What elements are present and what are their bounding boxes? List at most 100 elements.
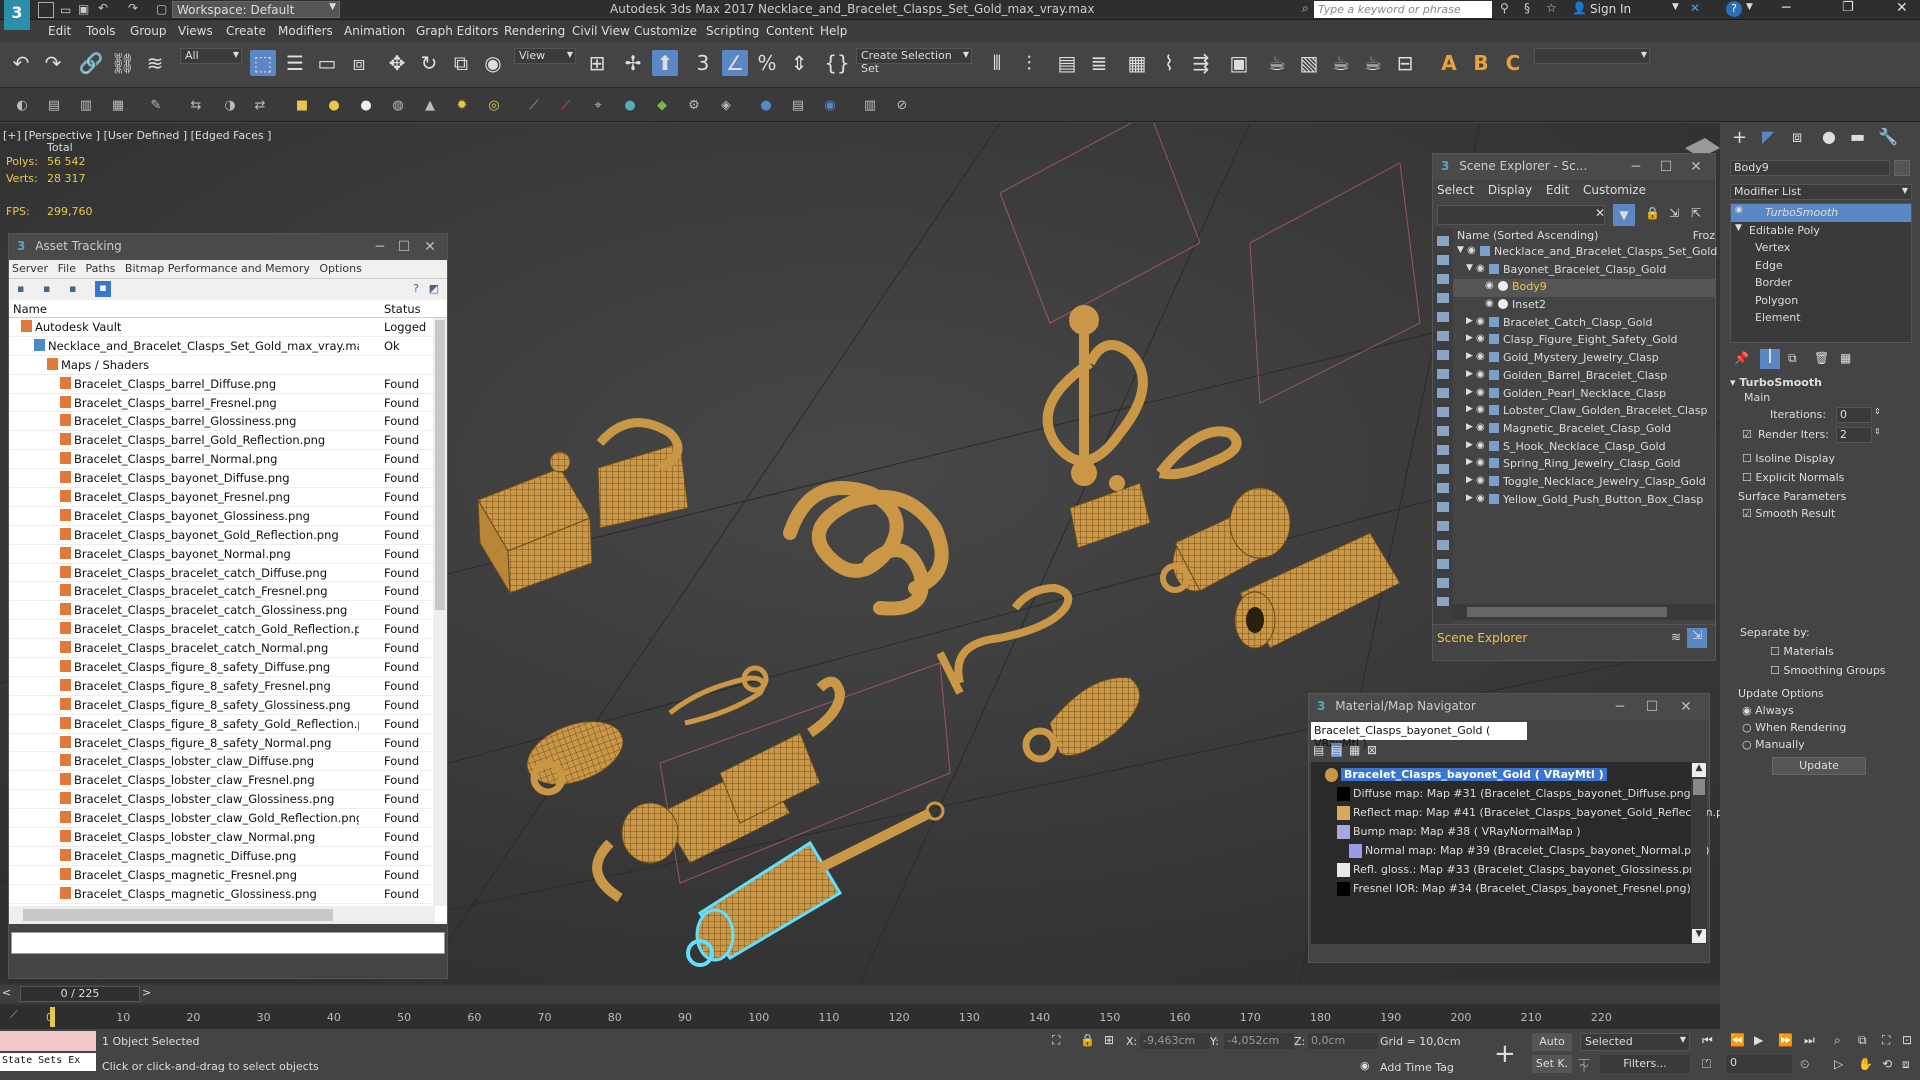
scene-tree-item[interactable]: ▼ ◉ Necklace_and_Bracelet_Clasps_Set_Gold bbox=[1453, 244, 1717, 262]
filter-icon[interactable]: ▼ bbox=[1613, 204, 1635, 226]
create-tab-icon[interactable]: + bbox=[1732, 127, 1747, 148]
minimize-icon[interactable]: ─ bbox=[1782, 0, 1790, 16]
small-icons-view-icon[interactable]: ▦ bbox=[1349, 743, 1360, 757]
visibility-eye-icon[interactable]: ◉ bbox=[1476, 422, 1485, 433]
scroll-up-icon[interactable]: ▲ bbox=[1692, 763, 1706, 777]
render-iters-spinner[interactable]: 2 bbox=[1836, 427, 1872, 443]
layers-icon[interactable]: ⇱ bbox=[1691, 206, 1701, 220]
keyboard-shortcut-override-icon[interactable]: ⬆ bbox=[652, 50, 678, 76]
vray-b-icon[interactable]: B bbox=[1468, 50, 1494, 76]
asset-row[interactable]: Bracelet_Clasps_bracelet_catch_Fresnel.p… bbox=[9, 582, 447, 602]
isoline-checkbox[interactable]: ☐ bbox=[1742, 452, 1755, 465]
scene-tree-item[interactable]: ◉ Inset2 bbox=[1453, 297, 1715, 315]
undo-toolbar-icon[interactable]: ↶ bbox=[8, 50, 34, 76]
scene-tree-item[interactable]: ▶ ◉ Toggle_Necklace_Jewelry_Clasp_Gold bbox=[1453, 474, 1715, 492]
reference-coord-dropdown[interactable]: View ▼ bbox=[514, 48, 576, 64]
go-to-end-icon[interactable]: ⏭ bbox=[1804, 1033, 1815, 1048]
visibility-eye-icon[interactable]: ◉ bbox=[1485, 298, 1494, 309]
smoothing-groups-row[interactable]: ☐ Smoothing Groups bbox=[1770, 664, 1912, 677]
toggle-ribbon-icon[interactable]: ▦ bbox=[1124, 50, 1150, 76]
vray-a-icon[interactable]: A bbox=[1436, 50, 1462, 76]
scene-column-froz[interactable]: Froz bbox=[1693, 229, 1715, 242]
ribbon-tool-icon[interactable]: ● bbox=[620, 95, 640, 115]
bind-space-warp-icon[interactable]: ≋ bbox=[142, 50, 168, 76]
asset-horizontal-scrollbar[interactable] bbox=[9, 906, 435, 924]
asset-row[interactable]: Bracelet_Clasps_barrel_Gold_Reflection.p… bbox=[9, 431, 447, 451]
asset-row[interactable]: Bracelet_Clasps_bracelet_catch_Normal.pn… bbox=[9, 639, 447, 659]
time-configuration-icon[interactable]: ⏲ bbox=[1800, 1057, 1809, 1072]
asset-path-field[interactable] bbox=[11, 932, 445, 954]
toolbar-extra-dropdown[interactable]: ▼ bbox=[1534, 48, 1650, 64]
perspective-viewport[interactable]: [+] [Perspective ] [User Defined ] [Edge… bbox=[0, 123, 1720, 983]
modifier-on-icon[interactable]: ◉ bbox=[1735, 205, 1743, 215]
ribbon-tool-icon[interactable]: ▥ bbox=[860, 95, 880, 115]
scene-tree-item[interactable]: ▶ ◉ Gold_Mystery_Jewelry_Clasp bbox=[1453, 350, 1715, 368]
exchange-apps-icon[interactable]: ✕ bbox=[1690, 1, 1700, 15]
modifier-stack-item[interactable]: ◉ TurboSmooth bbox=[1731, 204, 1911, 222]
key-mode-toggle-icon[interactable]: ⏍ bbox=[1702, 1057, 1711, 1072]
scene-tree-item[interactable]: ▶ ◉ Bracelet_Catch_Clasp_Gold bbox=[1453, 315, 1715, 333]
time-slider[interactable]: < 0 / 225 > bbox=[0, 985, 1720, 1003]
filters-button[interactable]: Filters... bbox=[1600, 1055, 1690, 1073]
maximize-icon[interactable]: ☐ bbox=[1657, 158, 1675, 176]
material-current-field[interactable]: Bracelet_Clasps_bayonet_Gold ( VRayMtl ) bbox=[1311, 722, 1527, 750]
asset-menu-bitmap[interactable]: Bitmap Performance and Memory bbox=[125, 262, 310, 275]
menu-create[interactable]: Create bbox=[226, 24, 266, 38]
ribbon-tool-icon[interactable]: ◈ bbox=[716, 95, 736, 115]
scene-explorer-toggle-icon[interactable]: ▤ bbox=[1054, 50, 1080, 76]
expand-right-icon[interactable]: ▶ bbox=[1466, 369, 1473, 379]
render-setup-icon[interactable]: ☕ bbox=[1264, 50, 1290, 76]
ribbon-tool-icon[interactable]: ◎ bbox=[484, 95, 504, 115]
refresh-icon[interactable]: ▪ bbox=[43, 282, 50, 295]
x-coordinate-field[interactable]: -9,463cm bbox=[1140, 1033, 1210, 1049]
asset-row[interactable]: Bracelet_Clasps_bracelet_catch_Glossines… bbox=[9, 601, 447, 621]
close-icon[interactable]: ✕ bbox=[421, 238, 439, 256]
asset-row[interactable]: Bracelet_Clasps_bayonet_Diffuse.png Found bbox=[9, 469, 447, 489]
menu-help[interactable]: Help bbox=[820, 24, 847, 38]
ribbon-tool-icon[interactable]: ✎ bbox=[146, 95, 166, 115]
list-icons-view-icon[interactable]: ▤ bbox=[1331, 743, 1343, 757]
expand-right-icon[interactable]: ▶ bbox=[1466, 422, 1473, 432]
menu-rendering[interactable]: Rendering bbox=[504, 24, 565, 38]
menu-tools[interactable]: Tools bbox=[86, 24, 116, 38]
y-coordinate-field[interactable]: -4,052cm bbox=[1224, 1033, 1294, 1049]
expand-right-icon[interactable]: ▶ bbox=[1466, 404, 1473, 414]
ribbon-tool-icon[interactable]: ▦ bbox=[108, 95, 128, 115]
ribbon-tool-icon[interactable]: ● bbox=[324, 95, 344, 115]
isolate-selection-icon[interactable]: ⛶ bbox=[1052, 1033, 1060, 1048]
scene-search-input[interactable] bbox=[1437, 205, 1605, 225]
visibility-eye-icon[interactable]: ◉ bbox=[1467, 245, 1476, 256]
asset-row[interactable]: Bracelet_Clasps_magnetic_Diffuse.png Foun… bbox=[9, 847, 447, 866]
snaps-toggle-icon[interactable]: 3 bbox=[690, 50, 716, 76]
asset-row[interactable]: Bracelet_Clasps_lobster_claw_Diffuse.png… bbox=[9, 752, 447, 772]
asset-row[interactable]: Bracelet_Clasps_magnetic_Glossiness.png F… bbox=[9, 885, 447, 904]
help-icon[interactable]: ? bbox=[1726, 1, 1742, 17]
visibility-eye-icon[interactable]: ◉ bbox=[1485, 280, 1494, 291]
layers-toggle-icon[interactable]: ≋ bbox=[1671, 630, 1681, 644]
scene-tree-item[interactable]: ◉ Body9 bbox=[1453, 279, 1715, 298]
modifier-stack-item[interactable]: Polygon bbox=[1731, 292, 1911, 310]
maximize-icon[interactable]: ❐ bbox=[1842, 0, 1854, 15]
ribbon-tool-icon[interactable]: ⟋ bbox=[524, 95, 544, 115]
ribbon-tool-icon[interactable]: ▥ bbox=[76, 95, 96, 115]
play-icon[interactable]: ▶ bbox=[1754, 1033, 1763, 1047]
show-end-result-icon[interactable]: ┃ bbox=[1760, 349, 1780, 369]
material-editor-icon[interactable]: ▣ bbox=[1226, 50, 1252, 76]
zoom-extents-icon[interactable]: ⛶ bbox=[1882, 1033, 1890, 1048]
visibility-eye-icon[interactable]: ◉ bbox=[1476, 333, 1485, 344]
add-time-tag-button[interactable]: Add Time Tag bbox=[1380, 1061, 1454, 1074]
viewport-label[interactable]: [+] [Perspective ] [User Defined ] [Edge… bbox=[3, 129, 271, 142]
scene-menu-select[interactable]: Select bbox=[1437, 183, 1474, 197]
scene-menu-edit[interactable]: Edit bbox=[1546, 183, 1569, 197]
material-tree-item[interactable]: Refl. gloss.: Map #33 (Bracelet_Clasps_b… bbox=[1311, 861, 1707, 880]
expand-right-icon[interactable]: ▶ bbox=[1466, 475, 1473, 485]
materials-checkbox[interactable]: ☐ bbox=[1770, 645, 1783, 658]
select-manipulate-icon[interactable]: ✢ bbox=[620, 50, 646, 76]
hierarchy-toggle-icon[interactable]: ⇲ bbox=[1687, 628, 1707, 648]
vault-icon[interactable]: ▪ bbox=[17, 282, 24, 295]
time-slider-next-icon[interactable]: > bbox=[142, 986, 151, 999]
material-tree-item[interactable]: Normal map: Map #39 (Bracelet_Clasps_bay… bbox=[1311, 842, 1709, 861]
asset-row[interactable]: Bracelet_Clasps_figure_8_safety_Normal.p… bbox=[9, 734, 447, 753]
unlink-icon[interactable]: ⛓ bbox=[110, 50, 136, 76]
explicit-normals-checkbox[interactable]: ☐ bbox=[1742, 471, 1755, 484]
